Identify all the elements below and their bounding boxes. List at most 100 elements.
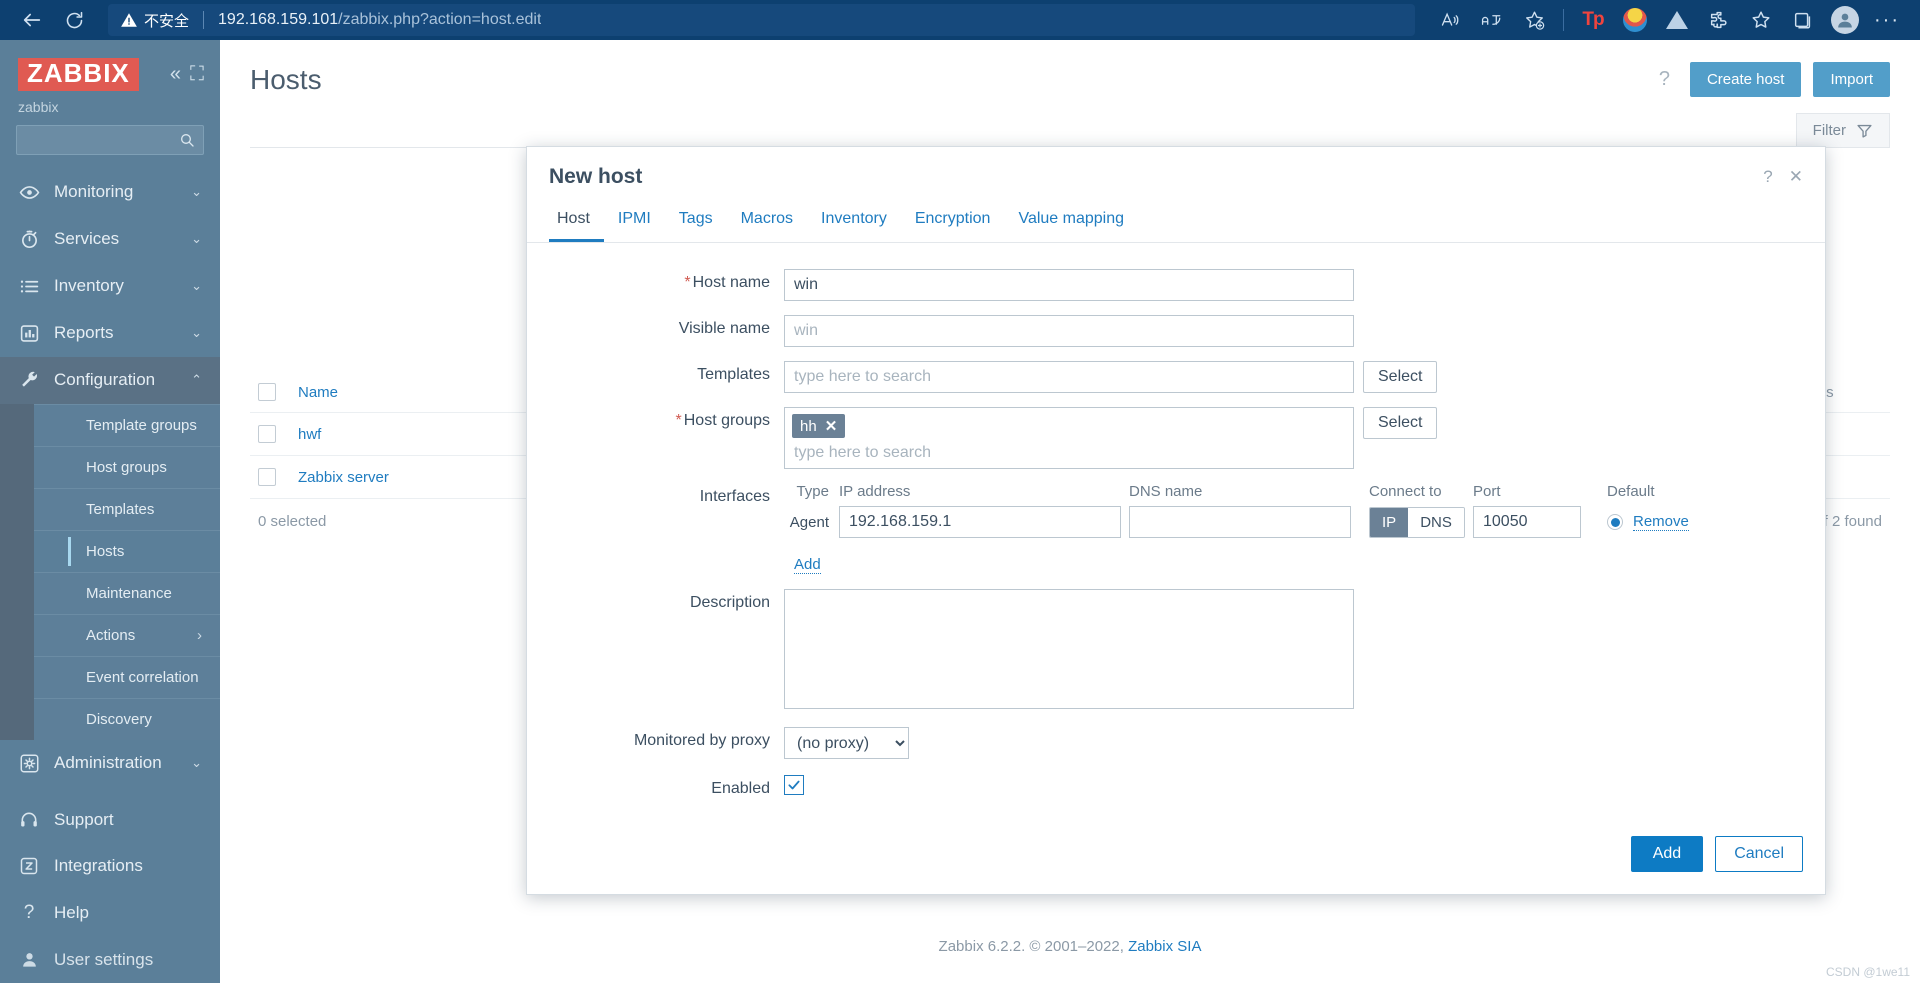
chevron-down-icon[interactable]: ⌄ (191, 325, 202, 341)
description-label: Description (689, 594, 770, 611)
address-bar[interactable]: 不安全 192.168.159.101/zabbix.php?action=ho… (108, 4, 1415, 36)
sidebar-item-user-settings[interactable]: User settings (0, 937, 220, 983)
interface-ip-cell (839, 506, 1121, 538)
sidebar-item-configuration[interactable]: Configuration ⌃ (0, 356, 220, 404)
chip-label: hh (800, 417, 817, 435)
proxy-select[interactable]: (no proxy) (784, 727, 909, 759)
wrench-icon (18, 370, 40, 391)
interface-add-link[interactable]: Add (794, 556, 821, 574)
chevron-down-icon[interactable]: ⌄ (191, 184, 202, 200)
templates-input[interactable] (784, 361, 1354, 393)
browser-extensions: Tp ··· (1431, 3, 1906, 37)
dialog-footer: Add Cancel (527, 822, 1825, 894)
sidebar-item-hosts[interactable]: Hosts (34, 529, 220, 572)
description-textarea[interactable] (784, 589, 1354, 709)
sidebar-item-templates[interactable]: Templates (34, 487, 220, 530)
host-groups-multiselect[interactable]: hh ✕ (784, 407, 1354, 469)
templates-select-button[interactable]: Select (1363, 361, 1438, 393)
dialog-add-button[interactable]: Add (1630, 836, 1704, 872)
dialog-cancel-button[interactable]: Cancel (1715, 836, 1803, 872)
templates-label: Templates (697, 366, 770, 383)
chip-remove-icon[interactable]: ✕ (825, 417, 838, 435)
url-host: 192.168.159.101 (218, 11, 339, 28)
hide-sidebar-icon[interactable]: ⛶ (190, 64, 204, 84)
browser-toolbar: 不安全 192.168.159.101/zabbix.php?action=ho… (0, 0, 1920, 40)
back-arrow-icon[interactable] (14, 2, 50, 38)
interface-ip-input[interactable] (839, 506, 1121, 538)
sidebar-item-help[interactable]: ? Help (0, 889, 220, 937)
dialog-help-icon[interactable]: ? (1763, 167, 1772, 187)
sidebar-item-integrations[interactable]: Integrations (0, 843, 220, 889)
host-groups-select-button[interactable]: Select (1363, 407, 1438, 439)
tab-macros[interactable]: Macros (727, 201, 807, 242)
sidebar-item-label: Configuration (54, 370, 156, 390)
interface-port-input[interactable] (1473, 506, 1581, 538)
add-favorite-icon[interactable] (1515, 3, 1553, 37)
sidebar-item-inventory[interactable]: Inventory ⌄ (0, 263, 220, 310)
field-description: Description (549, 589, 1803, 709)
interfaces-label: Interfaces (699, 488, 770, 505)
sidebar-item-event-correlation[interactable]: Event correlation (34, 655, 220, 698)
sidebar-item-host-groups[interactable]: Host groups (34, 445, 220, 488)
sidebar-item-support[interactable]: Support (0, 797, 220, 843)
ext-puzzle-icon[interactable] (1700, 3, 1738, 37)
collapse-sidebar-icon[interactable]: « (170, 64, 181, 84)
translate-icon[interactable] (1473, 3, 1511, 37)
search-input[interactable] (25, 131, 179, 148)
host-groups-control: hh ✕ Select (784, 407, 1438, 469)
ext-bowl-icon[interactable] (1616, 3, 1654, 37)
default-interface-radio[interactable] (1607, 514, 1623, 530)
sidebar-item-actions[interactable]: Actions › (34, 613, 220, 656)
zabbix-logo[interactable]: ZABBIX (18, 58, 139, 91)
field-host-name: * Host name (549, 269, 1803, 301)
tab-ipmi[interactable]: IPMI (604, 201, 665, 242)
close-icon[interactable]: ✕ (1789, 167, 1803, 187)
visible-name-input[interactable] (784, 315, 1354, 347)
host-groups-input[interactable] (792, 438, 1346, 464)
profile-avatar-icon[interactable] (1826, 3, 1864, 37)
new-host-dialog: New host ? ✕ Host IPMI Tags Macros Inven… (526, 146, 1826, 895)
more-options-icon[interactable]: ··· (1868, 3, 1906, 37)
url-path: /zabbix.php?action=host.edit (338, 11, 542, 28)
tab-host[interactable]: Host (549, 201, 604, 242)
interfaces-col-ip: IP address (839, 483, 911, 500)
dialog-tabs: Host IPMI Tags Macros Inventory Encrypti… (527, 201, 1825, 243)
ext-tp-icon[interactable]: Tp (1574, 3, 1612, 37)
reload-icon[interactable] (56, 2, 92, 38)
chevron-right-icon[interactable]: › (197, 627, 202, 644)
security-warning[interactable]: 不安全 (120, 10, 189, 31)
sidebar-item-label: Help (54, 902, 89, 922)
connect-to-dns-option[interactable]: DNS (1408, 507, 1464, 537)
sidebar-item-reports[interactable]: Reports ⌄ (0, 310, 220, 357)
sidebar-item-administration[interactable]: Administration ⌄ (0, 740, 220, 787)
sidebar-item-template-groups[interactable]: Template groups (34, 403, 220, 446)
proxy-control: (no proxy) (784, 727, 909, 759)
chevron-down-icon[interactable]: ⌄ (191, 278, 202, 294)
favorites-star-icon[interactable] (1742, 3, 1780, 37)
sidebar-item-services[interactable]: Services ⌄ (0, 216, 220, 263)
ext-triangle-icon[interactable] (1658, 3, 1696, 37)
sidebar-item-discovery[interactable]: Discovery (34, 697, 220, 740)
field-monitored-by-proxy: Monitored by proxy (no proxy) (549, 727, 1803, 759)
tab-encryption[interactable]: Encryption (901, 201, 1005, 242)
connect-to-ip-option[interactable]: IP (1370, 507, 1409, 537)
sidebar-item-label: Actions (86, 626, 136, 644)
enabled-checkbox[interactable] (784, 775, 804, 795)
interface-dns-input[interactable] (1129, 506, 1351, 538)
tab-tags[interactable]: Tags (665, 201, 727, 242)
sidebar-item-maintenance[interactable]: Maintenance (34, 571, 220, 614)
chevron-down-icon[interactable]: ⌄ (191, 231, 202, 247)
tab-inventory[interactable]: Inventory (807, 201, 901, 242)
search-box[interactable] (16, 124, 204, 155)
read-aloud-icon[interactable] (1431, 3, 1469, 37)
sidebar-item-monitoring[interactable]: Monitoring ⌄ (0, 169, 220, 216)
dialog-header: New host ? ✕ (527, 147, 1825, 201)
host-name-input[interactable] (784, 269, 1354, 301)
toolbar-divider (1563, 9, 1564, 31)
collections-icon[interactable] (1784, 3, 1822, 37)
tab-value-mapping[interactable]: Value mapping (1004, 201, 1138, 242)
chevron-down-icon[interactable]: ⌄ (191, 755, 202, 771)
interface-remove-link[interactable]: Remove (1633, 513, 1689, 531)
chevron-up-icon[interactable]: ⌃ (191, 372, 202, 388)
interface-port-cell (1473, 506, 1593, 538)
